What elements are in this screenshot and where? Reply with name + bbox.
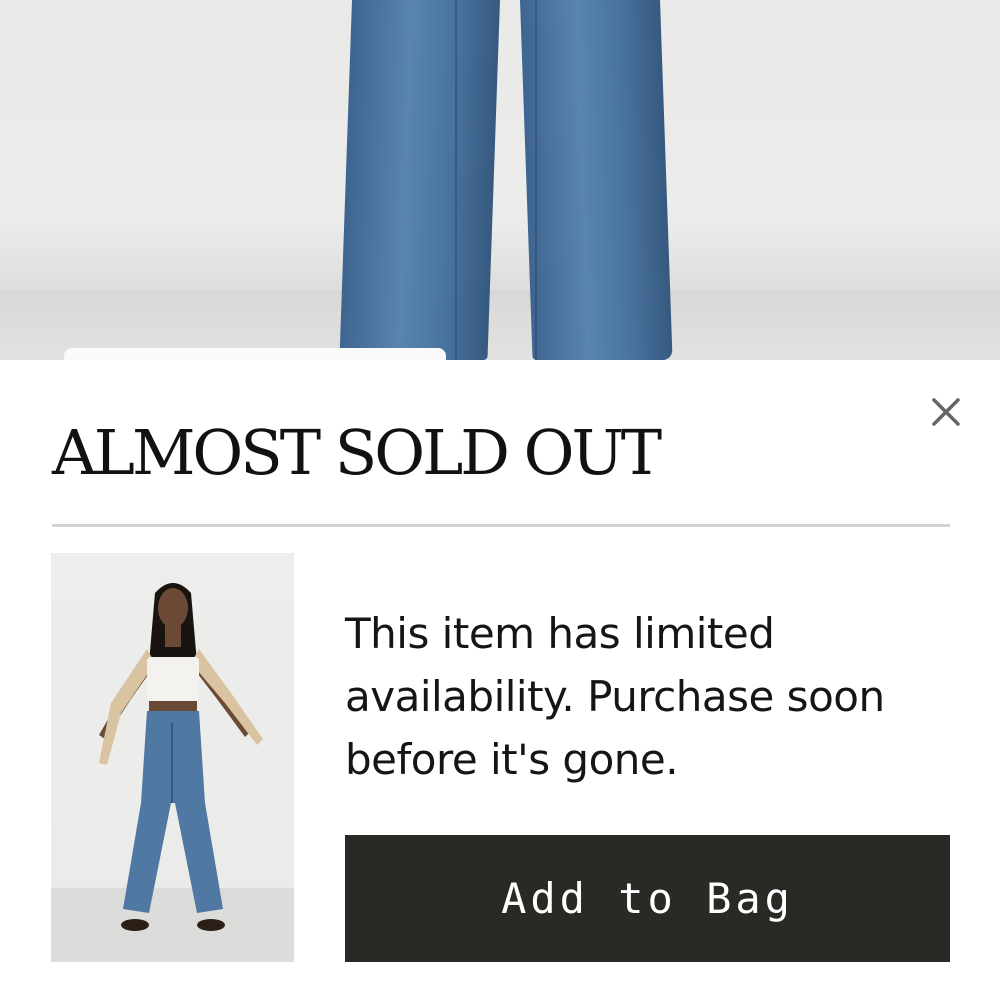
jeans-seam: [455, 0, 457, 360]
availability-message: This item has limited availability. Purc…: [345, 609, 885, 784]
jeans-seam: [535, 0, 537, 360]
sheet-handle-tab: [64, 348, 446, 360]
almost-sold-out-sheet: ALMOST SOLD OUT This item has limited av…: [0, 360, 1000, 1000]
product-photo-background: [0, 0, 1000, 360]
jeans-left-leg: [339, 0, 500, 360]
close-icon: [932, 398, 960, 426]
sheet-title: ALMOST SOLD OUT: [52, 416, 662, 489]
product-thumbnail: [51, 553, 294, 962]
add-to-bag-button[interactable]: Add to Bag: [345, 835, 950, 962]
close-button[interactable]: [924, 390, 968, 434]
jeans-right-leg: [520, 0, 673, 360]
model-illustration: [51, 583, 294, 962]
divider: [52, 524, 950, 527]
